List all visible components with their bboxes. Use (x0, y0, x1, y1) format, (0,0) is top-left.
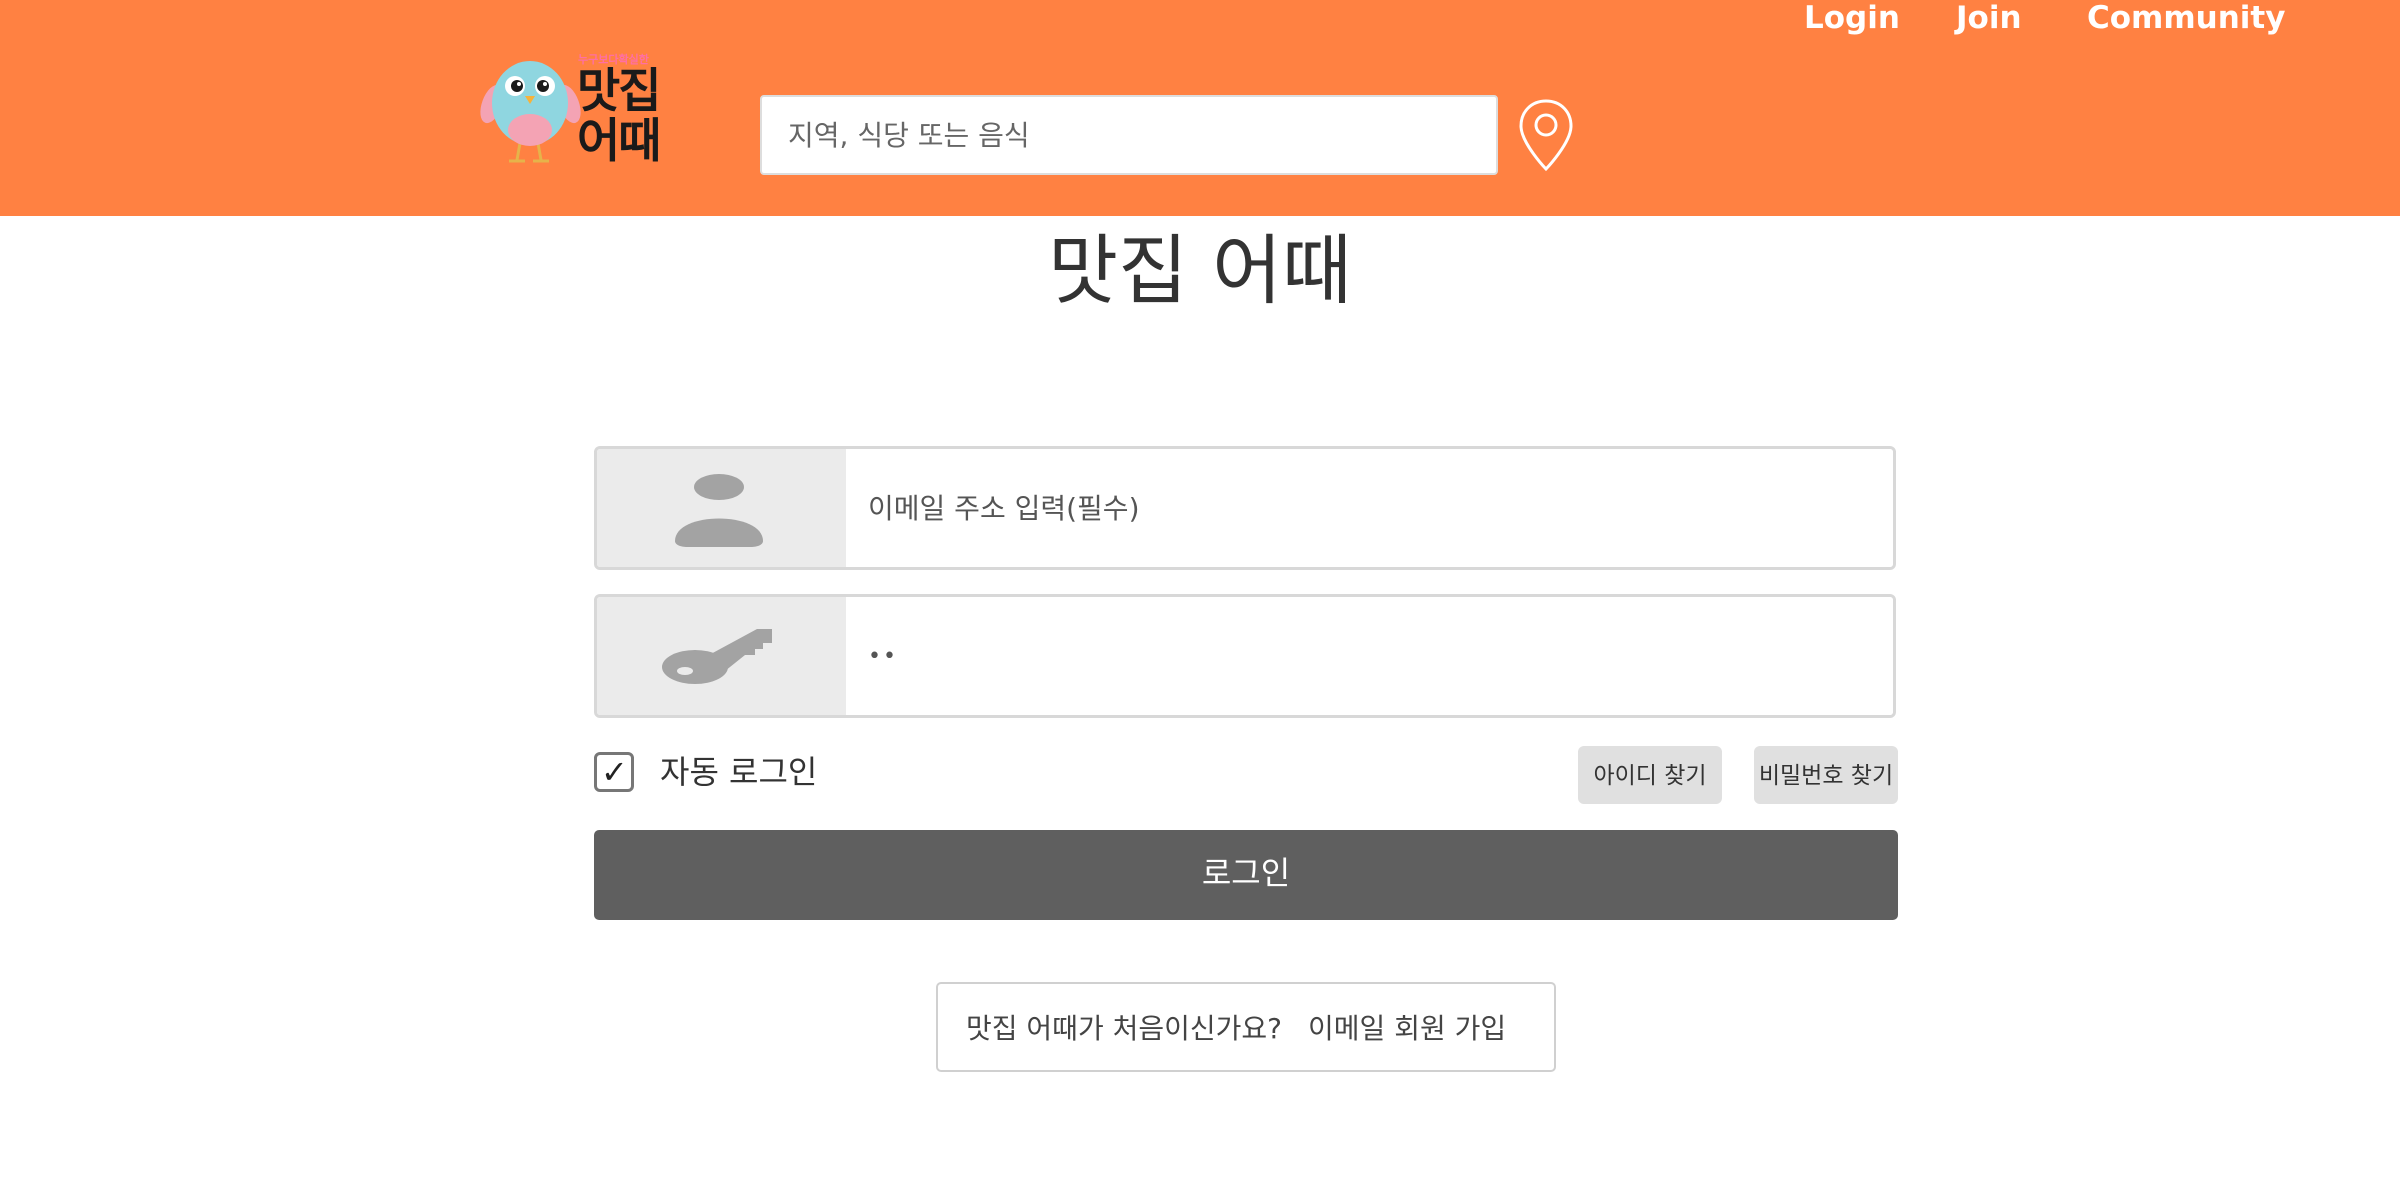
page-title: 맛집 어때 (1048, 226, 1352, 315)
password-icon-box (597, 597, 846, 715)
find-id-button[interactable]: 아이디 찾기 (1578, 746, 1722, 804)
signup-box: 맛집 어때가 처음이신가요? 이메일 회원 가입 (936, 982, 1556, 1072)
key-icon (662, 629, 772, 684)
auto-login-label[interactable]: 자동 로그인 (660, 752, 817, 792)
nav-login-link[interactable]: Login (1804, 0, 1900, 36)
logo[interactable]: 누구보다확실한 맛집 어때 (475, 48, 670, 168)
map-pin-icon[interactable] (1516, 97, 1576, 173)
nav-join-link[interactable]: Join (1956, 0, 2022, 36)
bird-mascot-icon (480, 61, 581, 163)
email-signup-link[interactable]: 이메일 회원 가입 (1308, 1007, 1506, 1047)
user-icon (675, 474, 763, 547)
logo-text-line1: 맛집 (577, 64, 661, 119)
signup-prompt: 맛집 어때가 처음이신가요? (966, 1012, 1283, 1045)
checkmark-icon: ✓ (601, 753, 628, 791)
search-input[interactable] (760, 95, 1498, 175)
nav-community-link[interactable]: Community (2087, 0, 2285, 36)
logo-text-line2: 어때 (577, 114, 661, 169)
header: Login Join Community 누구보다확실한 맛집 어때 (0, 0, 2400, 216)
email-icon-box (597, 449, 846, 567)
auto-login-checkbox[interactable]: ✓ (594, 752, 634, 792)
password-field-row (594, 594, 1896, 718)
password-input[interactable] (846, 597, 1893, 715)
login-button[interactable]: 로그인 (594, 830, 1898, 920)
email-field-row (594, 446, 1896, 570)
find-password-button[interactable]: 비밀번호 찾기 (1754, 746, 1898, 804)
email-input[interactable] (846, 449, 1893, 567)
